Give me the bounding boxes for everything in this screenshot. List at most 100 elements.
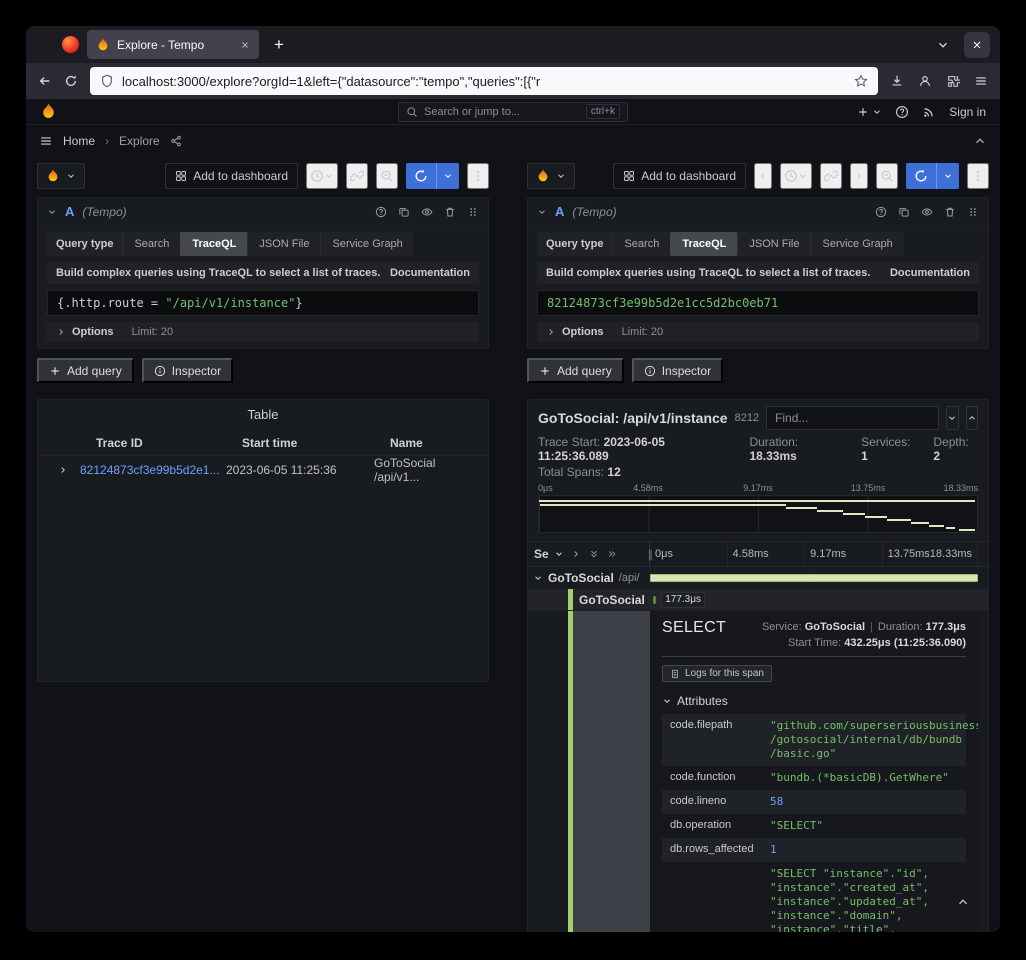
tab-traceql[interactable]: TraceQL [670, 232, 737, 256]
breadcrumb-home[interactable]: Home [63, 134, 95, 148]
remove-query-icon[interactable] [444, 206, 456, 218]
search-input[interactable]: Search or jump to... ctrl+k [398, 102, 628, 122]
span-bar[interactable] [653, 596, 656, 604]
zoom-out-button[interactable] [876, 163, 898, 189]
remove-query-icon[interactable] [944, 206, 956, 218]
collapse-children-icon[interactable] [533, 573, 543, 583]
inspector-button[interactable]: Inspector [632, 358, 723, 383]
copy-link-button[interactable] [346, 163, 368, 189]
service-operation-column-header[interactable]: Se ∥ [528, 542, 650, 566]
run-query-button[interactable] [406, 163, 459, 189]
trace-minimap[interactable] [538, 495, 978, 533]
search-shortcut: ctrl+k [586, 104, 620, 119]
query-options-row[interactable]: Options Limit: 20 [47, 322, 479, 342]
datasource-picker[interactable] [527, 163, 575, 189]
run-query-button[interactable] [906, 163, 959, 189]
copy-link-button[interactable] [820, 163, 842, 189]
query-options-row[interactable]: Options Limit: 20 [537, 322, 979, 342]
col-name[interactable]: Name [374, 436, 480, 450]
account-icon[interactable] [918, 74, 932, 88]
tab-traceql[interactable]: TraceQL [180, 232, 247, 256]
find-prev-button[interactable] [966, 406, 978, 430]
kebab-menu-icon[interactable] [967, 163, 989, 189]
help-icon[interactable] [875, 206, 887, 218]
inspector-button[interactable]: Inspector [142, 358, 233, 383]
kebab-menu-icon[interactable] [467, 163, 489, 189]
documentation-link[interactable]: Documentation [890, 267, 970, 279]
add-query-button[interactable]: Add query [37, 358, 134, 383]
url-bar[interactable]: localhost:3000/explore?orgId=1&left={"da… [90, 67, 878, 95]
datasource-picker[interactable] [37, 163, 85, 189]
disable-query-icon[interactable] [421, 206, 433, 218]
traceql-code-editor[interactable]: 82124873cf3e99b5d2e1cc5d2bc0eb71 [537, 290, 979, 316]
new-tab-button[interactable]: + [267, 30, 291, 59]
mega-menu-icon[interactable] [39, 134, 53, 148]
expand-row-icon[interactable] [58, 465, 68, 475]
bookmark-star-icon[interactable] [854, 74, 868, 88]
zoom-out-icon [380, 169, 394, 183]
col-start-time[interactable]: Start time [226, 436, 374, 450]
drag-handle-icon[interactable] [467, 206, 479, 218]
help-icon[interactable] [895, 105, 909, 119]
news-icon[interactable] [922, 105, 936, 119]
time-picker-button[interactable] [780, 163, 812, 189]
tab-search[interactable]: Search [122, 232, 180, 256]
help-icon[interactable] [375, 206, 387, 218]
duplicate-query-icon[interactable] [898, 206, 910, 218]
widen-pane-right-button[interactable] [850, 163, 868, 189]
time-picker-button[interactable] [306, 163, 338, 189]
back-icon[interactable] [38, 74, 52, 88]
traceql-code-editor[interactable]: {.http.route = "/api/v1/instance"} [47, 290, 479, 316]
query-ref-id[interactable]: A [555, 204, 564, 219]
duplicate-query-icon[interactable] [398, 206, 410, 218]
tab-service-graph[interactable]: Service Graph [810, 232, 903, 256]
tab-close-icon[interactable] [240, 40, 250, 50]
find-next-button[interactable] [946, 406, 958, 430]
tab-json-file[interactable]: JSON File [247, 232, 320, 256]
tab-json-file[interactable]: JSON File [737, 232, 810, 256]
span-color-indicator [568, 589, 573, 610]
collapse-icon[interactable] [47, 207, 57, 217]
tab-service-graph[interactable]: Service Graph [320, 232, 413, 256]
attributes-toggle[interactable]: Attributes [662, 694, 966, 708]
menu-icon[interactable] [974, 74, 988, 88]
collapse-all-icon[interactable] [607, 549, 617, 559]
add-to-dashboard-button[interactable]: Add to dashboard [165, 163, 298, 189]
add-to-dashboard-button[interactable]: Add to dashboard [613, 163, 746, 189]
new-menu-button[interactable] [857, 106, 882, 118]
browser-tab[interactable]: Explore - Tempo [87, 30, 259, 59]
widen-pane-left-button[interactable] [754, 163, 772, 189]
firefox-view-icon[interactable] [62, 36, 79, 53]
shield-icon[interactable] [100, 74, 114, 88]
logs-for-span-button[interactable]: Logs for this span [662, 665, 772, 682]
drag-handle-icon[interactable] [967, 206, 979, 218]
col-trace-id[interactable]: Trace ID [80, 436, 226, 450]
reload-icon[interactable] [64, 74, 78, 88]
table-row[interactable]: 82124873cf3e99b5d2e1... 2023-06-05 11:25… [38, 455, 488, 482]
query-ref-id[interactable]: A [65, 204, 74, 219]
save-page-icon[interactable] [890, 74, 904, 88]
window-close-button[interactable] [964, 32, 990, 58]
documentation-link[interactable]: Documentation [390, 267, 470, 279]
expand-one-icon[interactable] [571, 549, 581, 559]
sign-in-link[interactable]: Sign in [949, 105, 986, 119]
extensions-icon[interactable] [946, 74, 960, 88]
link-icon [824, 169, 838, 183]
collapse-up-icon[interactable] [973, 134, 987, 148]
disable-query-icon[interactable] [921, 206, 933, 218]
find-input[interactable] [766, 406, 939, 430]
tab-search[interactable]: Search [612, 232, 670, 256]
zoom-out-button[interactable] [376, 163, 398, 189]
add-query-button[interactable]: Add query [527, 358, 624, 383]
span-row-selected[interactable]: GoToSocial 177.3μs [528, 589, 988, 611]
span-bar[interactable] [650, 574, 978, 582]
scroll-top-icon[interactable] [956, 895, 970, 909]
grafana-logo-icon[interactable] [40, 103, 57, 120]
list-tabs-icon[interactable] [936, 38, 950, 52]
collapse-icon[interactable] [537, 207, 547, 217]
share-icon[interactable] [170, 135, 182, 147]
column-resize-handle[interactable]: ∥ [648, 548, 654, 561]
expand-all-icon[interactable] [589, 549, 599, 559]
span-row-root[interactable]: GoToSocial /api/ [528, 567, 988, 589]
trace-id-link[interactable]: 82124873cf3e99b5d2e1... [80, 463, 226, 477]
